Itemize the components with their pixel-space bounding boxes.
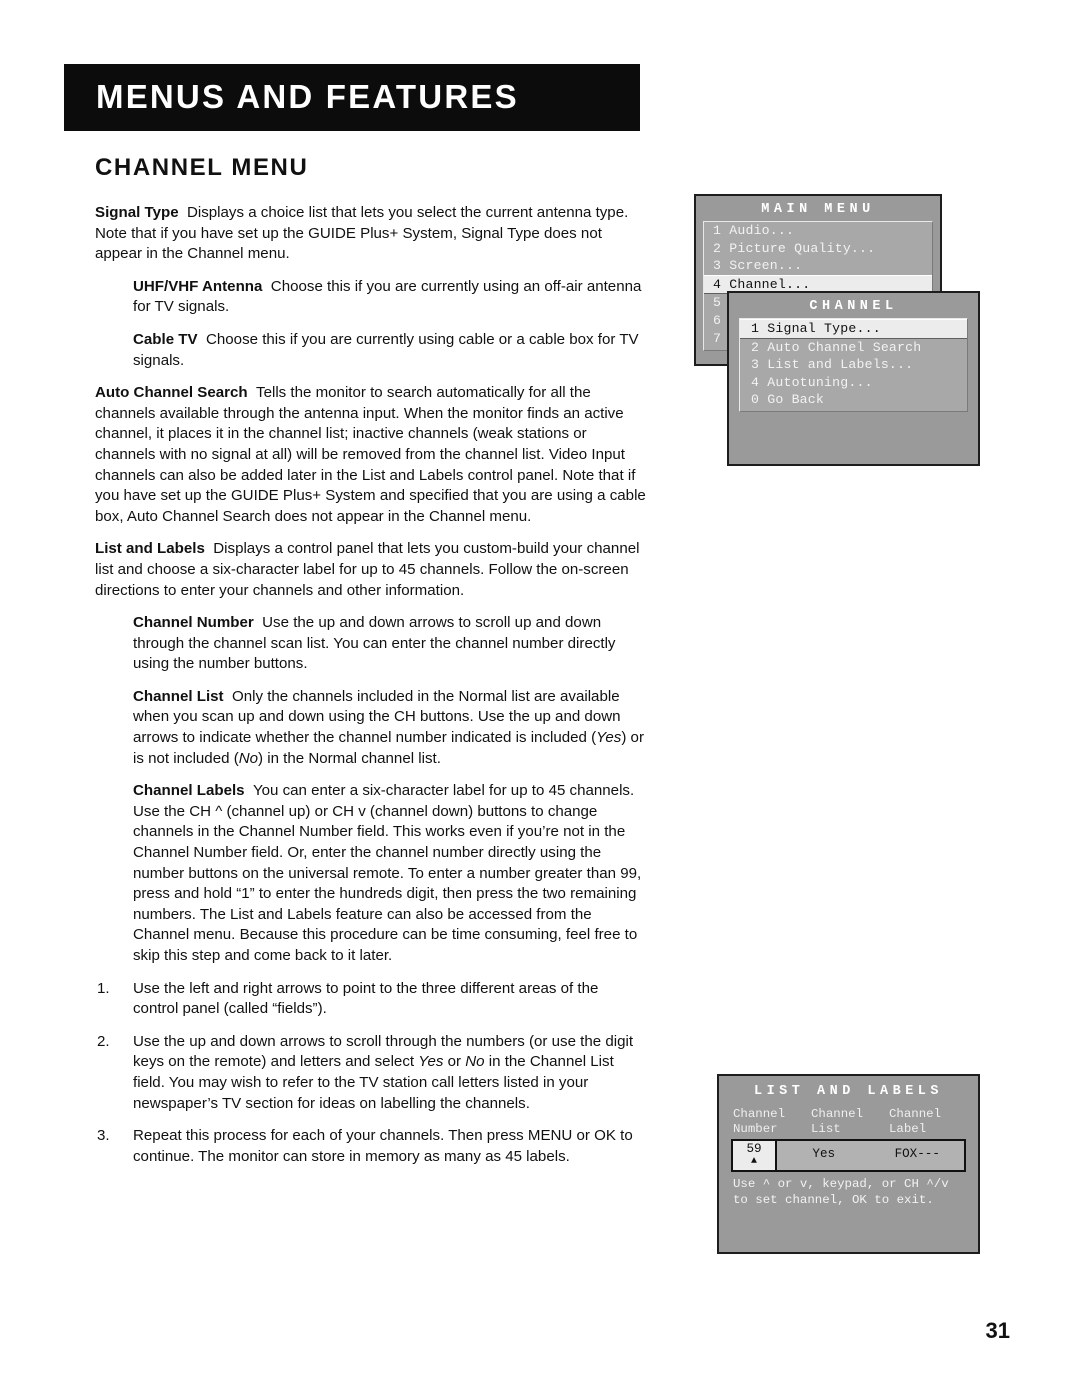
column-header-channel-list: Channel List: [811, 1107, 864, 1136]
numbered-step-1: 1. Use the left and right arrows to point…: [97, 979, 599, 1018]
osd-list-and-labels-panel: LIST AND LABELS Channel Number Channel L…: [717, 1074, 980, 1254]
channel-label-field[interactable]: FOX---: [871, 1141, 965, 1170]
paragraph-cable-tv: Cable TV Choose this if you are currentl…: [133, 330, 639, 369]
main-menu-item-picture-quality[interactable]: 2 Picture Quality...: [704, 240, 932, 258]
paragraph-auto-channel-search: Auto Channel Search Tells the monitor to…: [95, 384, 646, 525]
column-header-channel-label: Channel Label: [889, 1107, 942, 1136]
term-auto-channel-search: Auto Channel Search: [95, 384, 248, 402]
channel-menu-item-autotuning[interactable]: 4 Autotuning...: [740, 374, 967, 392]
numbered-step-3: 3. Repeat this process for each of your c…: [97, 1127, 633, 1165]
page-number: 31: [985, 1318, 1010, 1343]
paragraph-uhf-vhf-antenna: UHF/VHF Antenna Choose this if you are c…: [133, 277, 642, 316]
paragraph-channel-list: Channel List Only the channels included …: [133, 687, 644, 767]
channel-menu-item-go-back[interactable]: 0 Go Back: [740, 391, 967, 409]
main-menu-title: MAIN MENU: [761, 202, 875, 217]
step-number: 2.: [97, 1032, 110, 1050]
paragraph-channel-number: Channel Number Use the up and down arrow…: [133, 614, 616, 673]
term-channel-list: Channel List: [133, 687, 224, 705]
list-and-labels-column-headers: Channel Number Channel List Channel Labe…: [719, 1103, 978, 1139]
list-and-labels-title: LIST AND LABELS: [753, 1084, 944, 1099]
step-number: 3.: [97, 1127, 110, 1145]
term-channel-labels: Channel Labels: [133, 782, 245, 800]
channel-number-value: 59: [746, 1142, 762, 1156]
term-list-and-labels: List and Labels: [95, 540, 205, 558]
paragraph-signal-type: Signal Type Displays a choice list that …: [95, 204, 629, 263]
chapter-banner: MENUS AND FEATURES: [64, 64, 640, 131]
main-menu-item-screen[interactable]: 3 Screen...: [704, 257, 932, 275]
list-and-labels-field-row: 59 ▲ Yes FOX---: [731, 1139, 966, 1172]
term-channel-number: Channel Number: [133, 614, 254, 632]
up-arrow-icon[interactable]: ▲: [733, 1156, 775, 1167]
channel-menu-item-signal-type[interactable]: 1 Signal Type...: [740, 319, 967, 339]
page-title: CHANNEL MENU: [95, 154, 309, 181]
channel-number-field[interactable]: 59 ▲: [733, 1141, 777, 1170]
paragraph-channel-labels: Channel Labels You can enter a six-chara…: [133, 782, 642, 964]
body-text-column: Signal Type Displays a choice list that …: [95, 203, 647, 1179]
channel-list-field[interactable]: Yes: [777, 1141, 871, 1170]
main-menu-item-audio[interactable]: 1 Audio...: [704, 222, 932, 240]
term-cable-tv: Cable TV: [133, 330, 198, 348]
channel-menu-item-list-and-labels[interactable]: 3 List and Labels...: [740, 356, 967, 374]
channel-menu-item-auto-channel-search[interactable]: 2 Auto Channel Search: [740, 339, 967, 357]
chapter-banner-title: MENUS AND FEATURES: [96, 77, 519, 115]
numbered-step-2: 2. Use the up and down arrows to scroll t…: [97, 1032, 634, 1112]
term-uhf-vhf-antenna: UHF/VHF Antenna: [133, 277, 263, 295]
paragraph-list-and-labels: List and Labels Displays a control panel…: [95, 540, 640, 599]
list-and-labels-hint-text: Use ^ or v, keypad, or CH ^/v to set cha…: [733, 1177, 949, 1207]
channel-menu-list: 1 Signal Type... 2 Auto Channel Search 3 L…: [739, 318, 968, 412]
term-signal-type: Signal Type: [95, 204, 179, 221]
osd-channel-menu-panel: CHANNEL 1 Signal Type... 2 Auto Channel S…: [727, 291, 980, 466]
channel-menu-title: CHANNEL: [809, 299, 898, 314]
column-header-channel-number: Channel Number: [733, 1107, 786, 1136]
step-number: 1.: [97, 979, 110, 997]
